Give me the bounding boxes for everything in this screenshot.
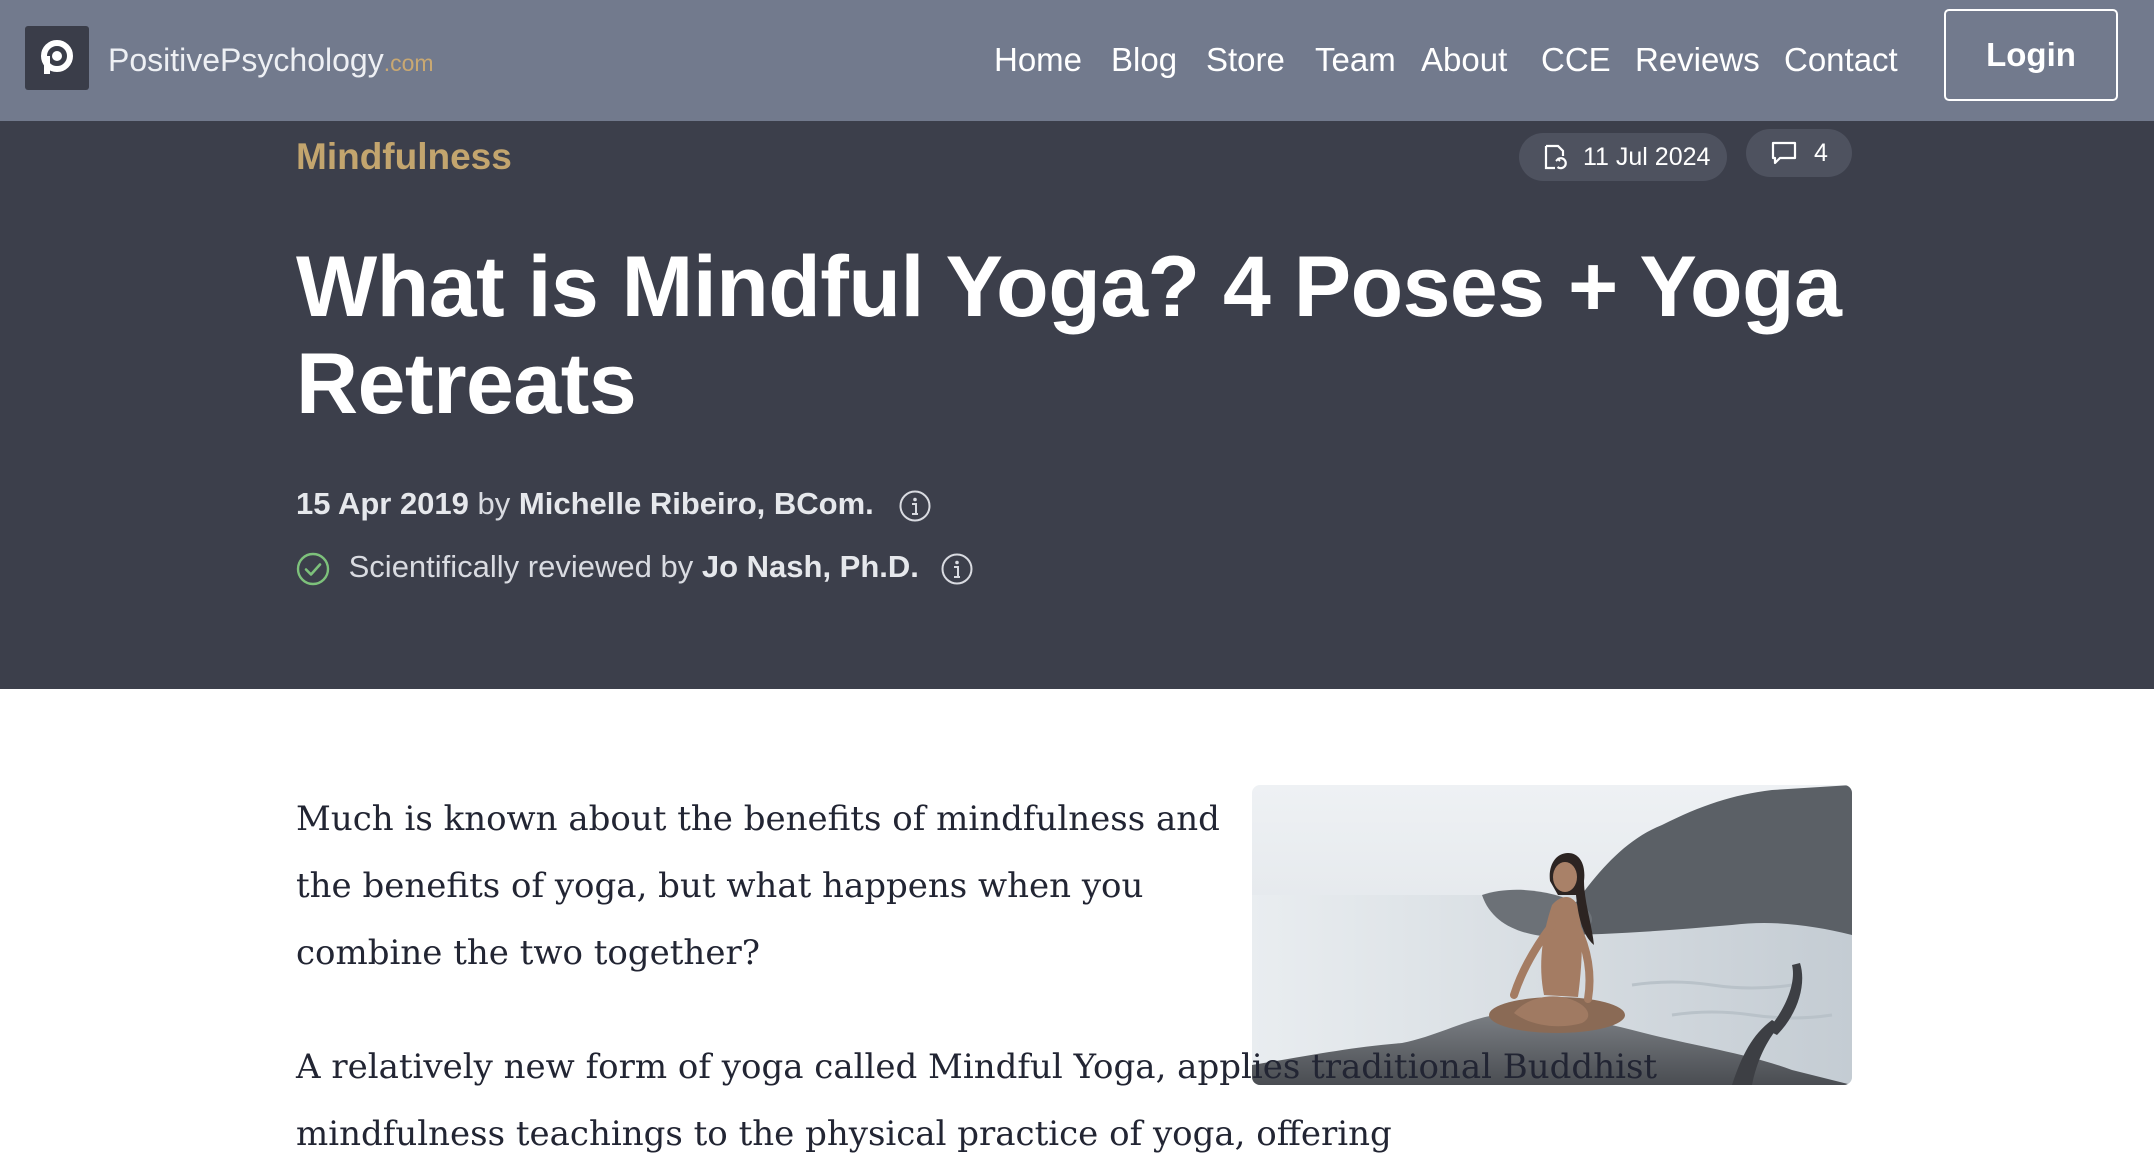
brand-tld: .com bbox=[383, 50, 434, 76]
byline: 15 Apr 2019 by Michelle Ribeiro, BCom. bbox=[296, 481, 932, 527]
brand-wordmark[interactable]: PositivePsychology.com bbox=[108, 40, 434, 80]
reviewer-info-icon[interactable] bbox=[940, 552, 974, 586]
nav-home[interactable]: Home bbox=[994, 36, 1082, 84]
nav-blog[interactable]: Blog bbox=[1111, 36, 1177, 84]
reviewed-line: Scientifically reviewed by Jo Nash, Ph.D… bbox=[296, 544, 974, 590]
comments-badge[interactable]: 4 bbox=[1746, 129, 1852, 177]
reviewer-link[interactable]: Jo Nash, Ph.D. bbox=[702, 549, 919, 584]
author-info-icon[interactable] bbox=[898, 489, 932, 523]
article-paragraph: Much is known about the benefits of mind… bbox=[296, 799, 1220, 973]
comment-icon bbox=[1771, 141, 1797, 165]
published-date: 15 Apr 2019 bbox=[296, 486, 469, 521]
comment-count: 4 bbox=[1814, 139, 1828, 167]
category-link[interactable]: Mindfulness bbox=[296, 132, 512, 182]
article-paragraph: A relatively new form of yoga called Min… bbox=[296, 1047, 1658, 1154]
nav-about[interactable]: About bbox=[1421, 36, 1507, 84]
nav-contact[interactable]: Contact bbox=[1784, 36, 1898, 84]
article-hero: Mindfulness 11 Jul 2024 4 What is Mindfu… bbox=[0, 121, 2154, 689]
check-circle-icon bbox=[296, 552, 330, 586]
nav-reviews[interactable]: Reviews bbox=[1635, 36, 1760, 84]
p-logo-icon bbox=[41, 40, 73, 74]
by-word: by bbox=[477, 486, 511, 521]
site-logo[interactable] bbox=[25, 26, 89, 90]
updated-date: 11 Jul 2024 bbox=[1583, 143, 1711, 171]
brand-name: PositivePsychology bbox=[108, 42, 384, 78]
calendar-refresh-icon bbox=[1544, 144, 1567, 170]
reviewed-prefix: Scientifically reviewed by bbox=[348, 549, 694, 584]
login-button[interactable]: Login bbox=[1944, 9, 2118, 101]
nav-cce[interactable]: CCE bbox=[1541, 36, 1611, 84]
nav-store[interactable]: Store bbox=[1206, 36, 1285, 84]
nav-team[interactable]: Team bbox=[1315, 36, 1396, 84]
author-link[interactable]: Michelle Ribeiro, BCom. bbox=[519, 486, 874, 521]
top-navigation-bar: PositivePsychology.com Home Blog Store T… bbox=[0, 0, 2154, 121]
article-title: What is Mindful Yoga? 4 Poses + Yoga Ret… bbox=[296, 239, 1842, 432]
updated-date-badge: 11 Jul 2024 bbox=[1519, 133, 1727, 181]
